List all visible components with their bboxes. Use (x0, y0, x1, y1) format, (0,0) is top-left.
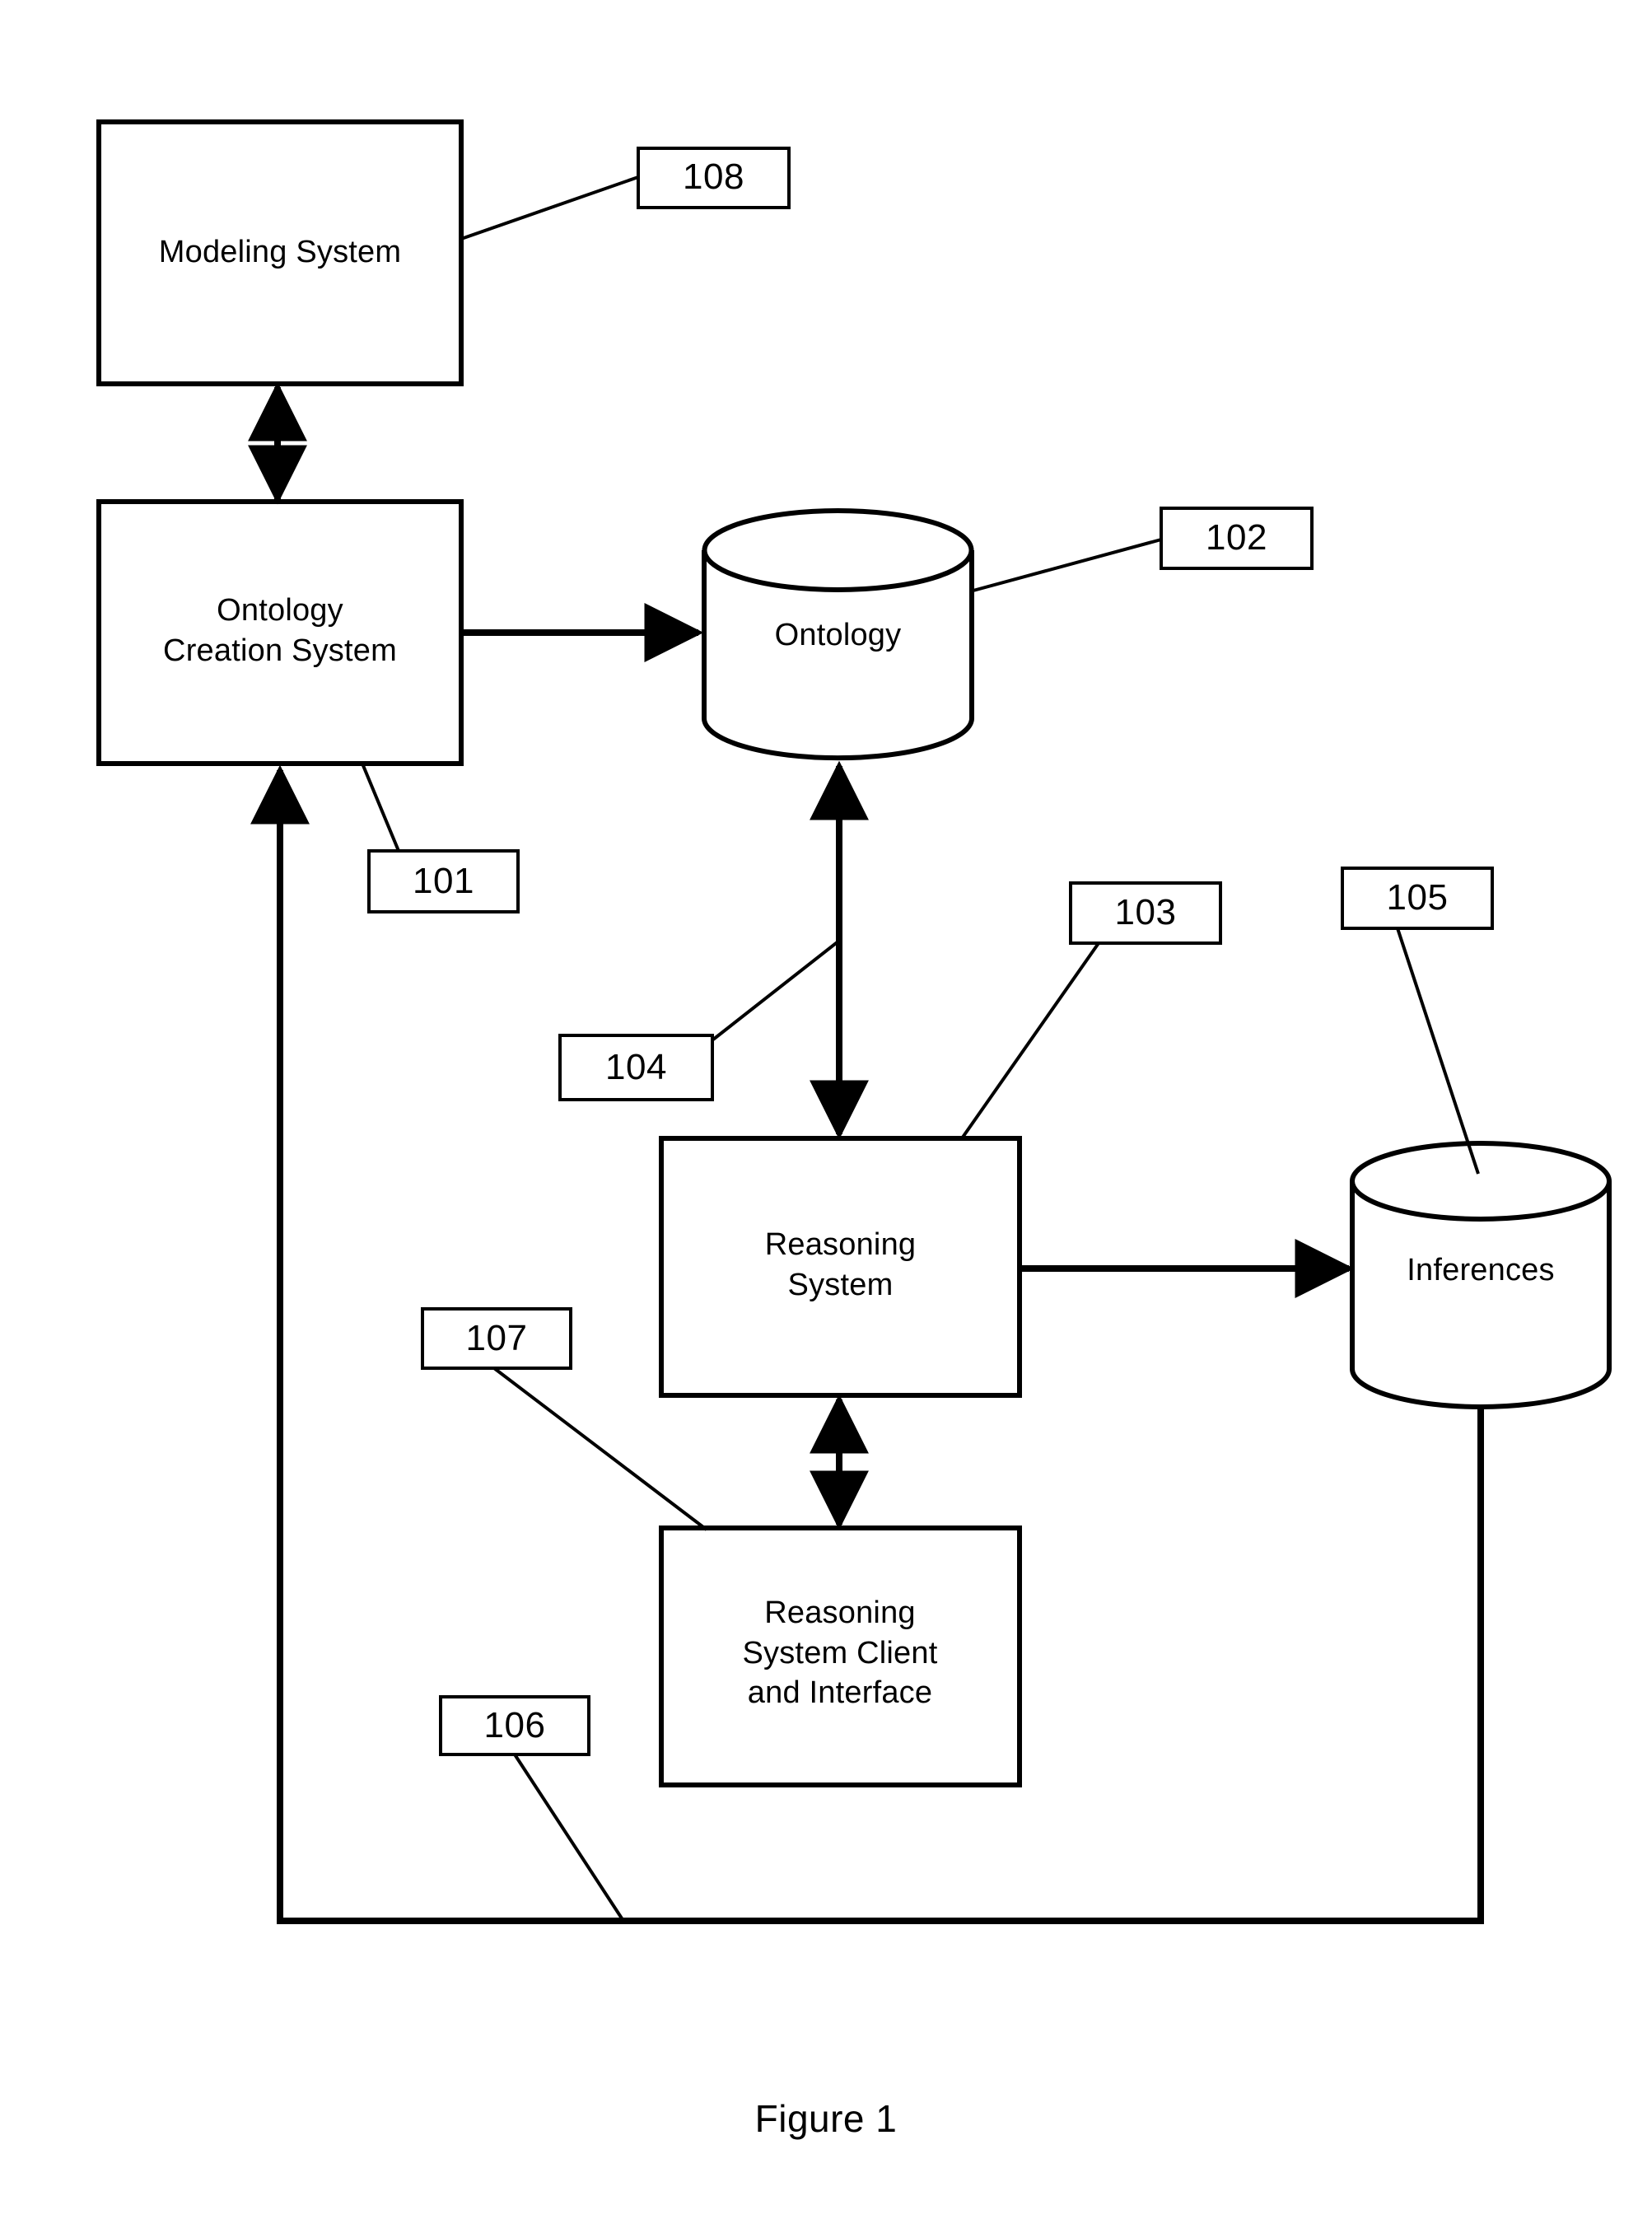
leader-line-105 (1396, 927, 1480, 1175)
leader-line-101 (361, 763, 400, 852)
patent-figure-page: Modeling System Ontology Creation System… (0, 0, 1652, 2224)
ref-label-105: 105 (1386, 877, 1449, 918)
ref-label-108: 108 (683, 157, 744, 197)
leader-line-108 (460, 175, 639, 241)
leader-line-106 (513, 1753, 625, 1923)
leader-line-102 (969, 538, 1162, 593)
ref-label-104: 104 (605, 1047, 667, 1087)
label-inferences-store: Inferences (1407, 1253, 1555, 1287)
leader-line-104 (712, 939, 841, 1041)
ref-label-107: 107 (465, 1318, 528, 1358)
label-ontology-store: Ontology (774, 618, 902, 652)
label-modeling-system: Modeling System (158, 235, 402, 269)
ref-label-101: 101 (413, 861, 474, 901)
ref-label-103: 103 (1114, 892, 1177, 932)
label-reasoning-system: Reasoning System (764, 1227, 917, 1302)
figure-caption: Figure 1 (754, 2097, 898, 2140)
ref-label-102: 102 (1206, 517, 1267, 558)
ref-label-106: 106 (483, 1705, 546, 1745)
label-reasoning-system-client: Reasoning System Client and Interface (742, 1596, 938, 1711)
leader-line-103 (960, 941, 1100, 1140)
figure-diagram-canvas (96, 119, 1612, 1924)
label-ontology-creation-system: Ontology Creation System (163, 593, 397, 668)
